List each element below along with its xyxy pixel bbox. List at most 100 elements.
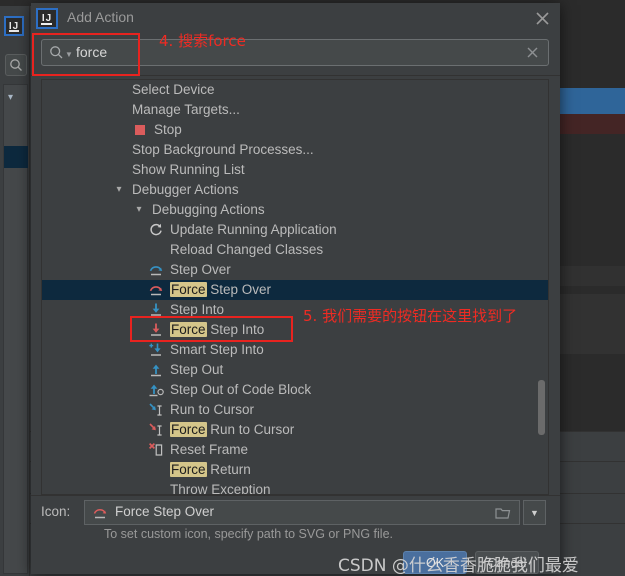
action-list-item-label: Debugger Actions [132, 182, 239, 197]
dialog-title-bar: IJ Add Action [31, 3, 560, 34]
action-list-item[interactable]: Step Out of Code Block [42, 380, 548, 400]
action-list-item[interactable]: Select Device [42, 80, 548, 100]
search-row: ▼ force [31, 34, 560, 75]
chevron-down-icon: ▾ [8, 92, 14, 103]
ide-left-toolbar: IJ ▾ [0, 6, 30, 576]
action-list-item[interactable]: Reload Changed Classes [42, 240, 548, 260]
action-list-item[interactable]: ▾ Debugging Actions [42, 200, 548, 220]
action-list-item[interactable]: Run to Cursor [42, 400, 548, 420]
step-over-blue-icon [148, 262, 164, 278]
action-list-item[interactable]: Force Run to Cursor [42, 420, 548, 440]
icon-dropdown-button[interactable]: ▼ [523, 500, 546, 525]
chevron-down-icon: ▼ [530, 507, 539, 518]
chevron-down-icon[interactable]: ▼ [65, 50, 73, 59]
action-list-item[interactable]: Throw Exception [42, 480, 548, 495]
run-to-cursor-icon [148, 402, 164, 418]
dialog-title: Add Action [67, 9, 134, 25]
action-list-item-label: Step Out [170, 362, 224, 377]
action-list-item-label: Reset Frame [170, 442, 249, 457]
action-list-item-label: Run to Cursor [170, 402, 255, 417]
action-list-item-label: Force Run to Cursor [170, 422, 295, 437]
action-list[interactable]: Select Device Manage Targets... Stop Stop B… [41, 79, 549, 495]
action-list-item[interactable]: Step Out [42, 360, 548, 380]
step-out-icon [148, 362, 164, 378]
action-list-item[interactable]: Reset Frame [42, 440, 548, 460]
search-input[interactable]: ▼ force [41, 39, 549, 66]
list-scrollbar[interactable] [537, 80, 547, 494]
action-list-item-label: Stop [154, 122, 182, 137]
folder-icon [495, 508, 511, 519]
action-list-item-label: Stop Background Processes... [132, 142, 314, 157]
list-scrollbar-thumb[interactable] [538, 380, 545, 435]
action-list-item-label: Throw Exception [170, 482, 271, 495]
search-match-highlight: Force [170, 282, 207, 297]
step-over-red-icon [92, 505, 108, 521]
action-list-item-label: Manage Targets... [132, 102, 240, 117]
step-into-red-icon [148, 322, 164, 338]
chevron-down-icon[interactable]: ▾ [112, 180, 126, 200]
action-list-item-label: Step Out of Code Block [170, 382, 312, 397]
action-list-item-label: Force Step Into [170, 322, 265, 337]
screenshot-root: IJ ▾ IJ Add Action ▼ force Select Device… [0, 0, 625, 576]
action-list-item-label: Smart Step Into [170, 342, 264, 357]
search-icon-wrap: ▼ [49, 45, 73, 60]
search-input-value: force [76, 44, 108, 60]
close-button[interactable] [534, 10, 551, 27]
action-list-body: Select Device Manage Targets... Stop Stop B… [42, 80, 548, 495]
icon-field-hint: To set custom icon, specify path to SVG … [104, 527, 394, 541]
force-run-cursor-icon [148, 422, 164, 438]
action-list-item[interactable]: Manage Targets... [42, 100, 548, 120]
intellij-idea-icon: IJ [4, 16, 24, 36]
step-into-blue-icon [148, 302, 164, 318]
action-list-item-label: Update Running Application [170, 222, 337, 237]
dialog-buttons: OK Cancel [31, 551, 560, 574]
ide-selected-tool-row [4, 146, 28, 168]
action-list-item[interactable]: Update Running Application [42, 220, 548, 240]
action-list-item-label: Select Device [132, 82, 215, 97]
action-list-item[interactable]: ▾ Debugger Actions [42, 180, 548, 200]
reset-frame-icon [148, 442, 164, 458]
step-out-block-icon [148, 382, 164, 398]
annotation-label-4: 4. 搜索force [159, 32, 246, 50]
action-list-item[interactable]: Stop Background Processes... [42, 140, 548, 160]
chevron-down-icon[interactable]: ▾ [132, 200, 146, 220]
search-match-highlight: Force [170, 422, 207, 437]
action-list-item[interactable]: Smart Step Into [42, 340, 548, 360]
action-list-item-label: Show Running List [132, 162, 245, 177]
intellij-idea-icon: IJ [36, 8, 58, 29]
action-list-item-label: Debugging Actions [152, 202, 265, 217]
stop-square-icon [132, 122, 148, 138]
action-list-item[interactable]: Force Return [42, 460, 548, 480]
smart-step-into-icon [148, 342, 164, 358]
action-list-item-label: Step Over [170, 262, 231, 277]
refresh-icon [148, 222, 164, 238]
action-list-item[interactable]: Stop [42, 120, 548, 140]
clear-search-button[interactable] [525, 45, 540, 60]
action-list-item-label: Force Step Over [170, 282, 272, 297]
icon-field-row: Icon: Force Step Over ▼ [31, 500, 560, 526]
icon-path-input[interactable]: Force Step Over [84, 500, 520, 525]
search-match-highlight: Force [170, 462, 207, 477]
search-icon [10, 59, 22, 71]
icon-path-value: Force Step Over [115, 504, 215, 519]
add-action-dialog: IJ Add Action ▼ force Select Device Mana… [31, 3, 560, 574]
action-list-item[interactable]: Force Step Over [42, 280, 548, 300]
annotation-label-5: 5. 我们需要的按钮在这里找到了 [303, 307, 518, 325]
step-over-red-icon [148, 282, 164, 298]
clear-icon [527, 47, 538, 58]
ide-search-button[interactable] [5, 54, 27, 76]
cancel-button[interactable]: Cancel [475, 551, 539, 574]
search-icon [50, 46, 63, 59]
action-list-item[interactable]: Show Running List [42, 160, 548, 180]
dialog-separator [31, 75, 560, 76]
browse-folder-button[interactable] [495, 506, 511, 520]
search-match-highlight: Force [170, 322, 207, 337]
close-icon [536, 12, 549, 25]
action-list-item[interactable]: Step Over [42, 260, 548, 280]
action-list-item-label: Reload Changed Classes [170, 242, 324, 257]
action-list-item-label: Force Return [170, 462, 251, 477]
icon-section-separator [31, 495, 560, 496]
ok-button[interactable]: OK [403, 551, 467, 574]
action-list-item-label: Step Into [170, 302, 225, 317]
icon-field-label: Icon: [41, 504, 71, 519]
